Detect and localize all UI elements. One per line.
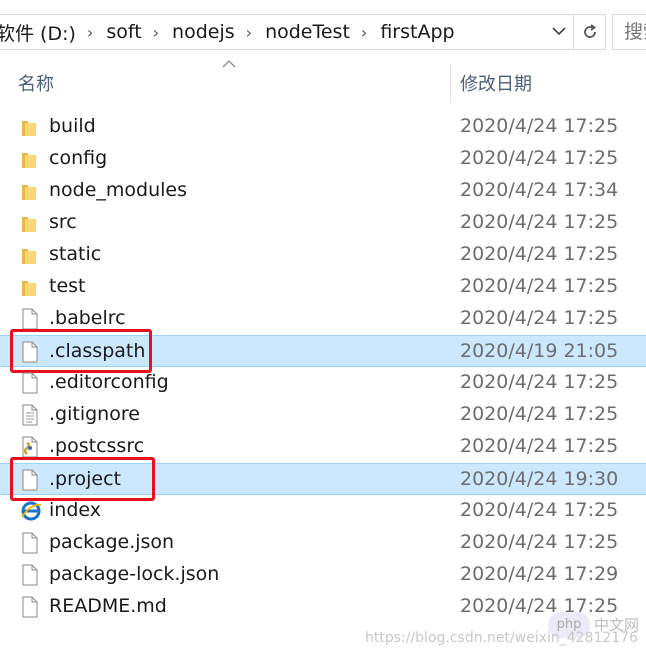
- file-row[interactable]: .project 2020/4/24 19:30: [0, 457, 646, 501]
- file-date: 2020/4/24 17:25: [460, 435, 619, 457]
- address-input[interactable]: 软件 (D:) › soft › nodejs › nodeTest › fir…: [0, 14, 574, 50]
- refresh-icon: [583, 24, 596, 38]
- file-date: 2020/4/24 17:25: [460, 211, 619, 233]
- file-icon: [20, 308, 40, 330]
- file-name[interactable]: node_modules: [49, 179, 187, 201]
- breadcrumb-nodetest[interactable]: nodeTest: [261, 21, 354, 43]
- file-name[interactable]: .postcssrc: [49, 435, 144, 457]
- file-icon: [20, 532, 40, 554]
- folder-icon: [20, 212, 40, 234]
- file-date: 2020/4/24 17:29: [460, 563, 619, 585]
- ie-html-file-icon: [20, 500, 42, 522]
- file-name[interactable]: test: [49, 275, 86, 297]
- file-icon: [20, 564, 40, 586]
- file-date: 2020/4/24 17:25: [460, 115, 619, 137]
- chevron-right-icon[interactable]: ›: [354, 23, 376, 42]
- file-list: build 2020/4/24 17:25 config 2020/4/24 17:2…: [0, 111, 646, 623]
- folder-icon: [20, 276, 40, 298]
- file-name[interactable]: .babelrc: [49, 307, 126, 329]
- file-name[interactable]: static: [49, 243, 101, 265]
- text-file-icon: [20, 404, 40, 426]
- chevron-right-icon[interactable]: ›: [80, 23, 102, 42]
- file-date: 2020/4/24 17:25: [460, 531, 619, 553]
- file-date: 2020/4/24 17:25: [460, 403, 619, 425]
- file-date: 2020/4/19 21:05: [460, 340, 619, 362]
- address-bar: 软件 (D:) › soft › nodejs › nodeTest › fir…: [0, 0, 646, 64]
- column-divider[interactable]: [450, 64, 451, 102]
- file-row[interactable]: .gitignore 2020/4/24 17:25: [0, 399, 646, 431]
- file-name[interactable]: src: [49, 211, 77, 233]
- file-name[interactable]: config: [49, 147, 107, 169]
- chevron-right-icon[interactable]: ›: [146, 23, 168, 42]
- file-row[interactable]: config 2020/4/24 17:25: [0, 143, 646, 175]
- folder-icon: [20, 244, 40, 266]
- file-date: 2020/4/24 17:25: [460, 243, 619, 265]
- file-name[interactable]: .editorconfig: [49, 371, 169, 393]
- file-row[interactable]: static 2020/4/24 17:25: [0, 239, 646, 271]
- watermark-url: https://blog.csdn.net/weixin_42812176: [364, 630, 638, 646]
- file-row[interactable]: .editorconfig 2020/4/24 17:25: [0, 367, 646, 399]
- file-date: 2020/4/24 17:25: [460, 499, 619, 521]
- file-name[interactable]: index: [49, 499, 101, 521]
- breadcrumb-firstapp[interactable]: firstApp: [376, 21, 458, 43]
- breadcrumb-drive[interactable]: 软件 (D:): [0, 19, 80, 46]
- file-name[interactable]: package-lock.json: [49, 563, 219, 585]
- script-file-icon: [20, 436, 40, 458]
- column-name-header[interactable]: 名称: [18, 70, 54, 96]
- sort-ascending-icon: [222, 58, 236, 73]
- file-row[interactable]: build 2020/4/24 17:25: [0, 111, 646, 143]
- file-row[interactable]: package-lock.json 2020/4/24 17:29: [0, 559, 646, 591]
- column-date-header[interactable]: 修改日期: [460, 70, 532, 96]
- file-name[interactable]: package.json: [49, 531, 174, 553]
- folder-icon: [20, 180, 40, 202]
- file-date: 2020/4/24 17:34: [460, 179, 619, 201]
- folder-icon: [20, 116, 40, 138]
- file-date: 2020/4/24 17:25: [460, 275, 619, 297]
- file-name[interactable]: README.md: [49, 595, 167, 617]
- file-name[interactable]: .gitignore: [49, 403, 140, 425]
- chevron-right-icon[interactable]: ›: [239, 23, 261, 42]
- folder-icon: [20, 148, 40, 170]
- file-icon: [20, 372, 40, 394]
- file-row[interactable]: src 2020/4/24 17:25: [0, 207, 646, 239]
- breadcrumb-soft[interactable]: soft: [102, 21, 145, 43]
- file-date: 2020/4/24 17:25: [460, 307, 619, 329]
- refresh-button[interactable]: [574, 14, 606, 50]
- file-date: 2020/4/24 17:25: [460, 147, 619, 169]
- column-header: 名称 修改日期: [0, 60, 646, 102]
- file-date: 2020/4/24 19:30: [460, 468, 619, 490]
- file-row[interactable]: test 2020/4/24 17:25: [0, 271, 646, 303]
- file-date: 2020/4/24 17:25: [460, 371, 619, 393]
- file-icon: [20, 596, 40, 618]
- file-name[interactable]: build: [49, 115, 96, 137]
- file-row[interactable]: node_modules 2020/4/24 17:34: [0, 175, 646, 207]
- file-explorer-window: 软件 (D:) › soft › nodejs › nodeTest › fir…: [0, 0, 646, 656]
- breadcrumb-nodejs[interactable]: nodejs: [168, 21, 239, 43]
- file-row[interactable]: index 2020/4/24 17:25: [0, 495, 646, 527]
- file-row[interactable]: package.json 2020/4/24 17:25: [0, 527, 646, 559]
- search-input[interactable]: 搜索: [612, 14, 646, 50]
- file-row[interactable]: .classpath 2020/4/19 21:05: [0, 329, 646, 373]
- chevron-down-icon[interactable]: [551, 23, 567, 43]
